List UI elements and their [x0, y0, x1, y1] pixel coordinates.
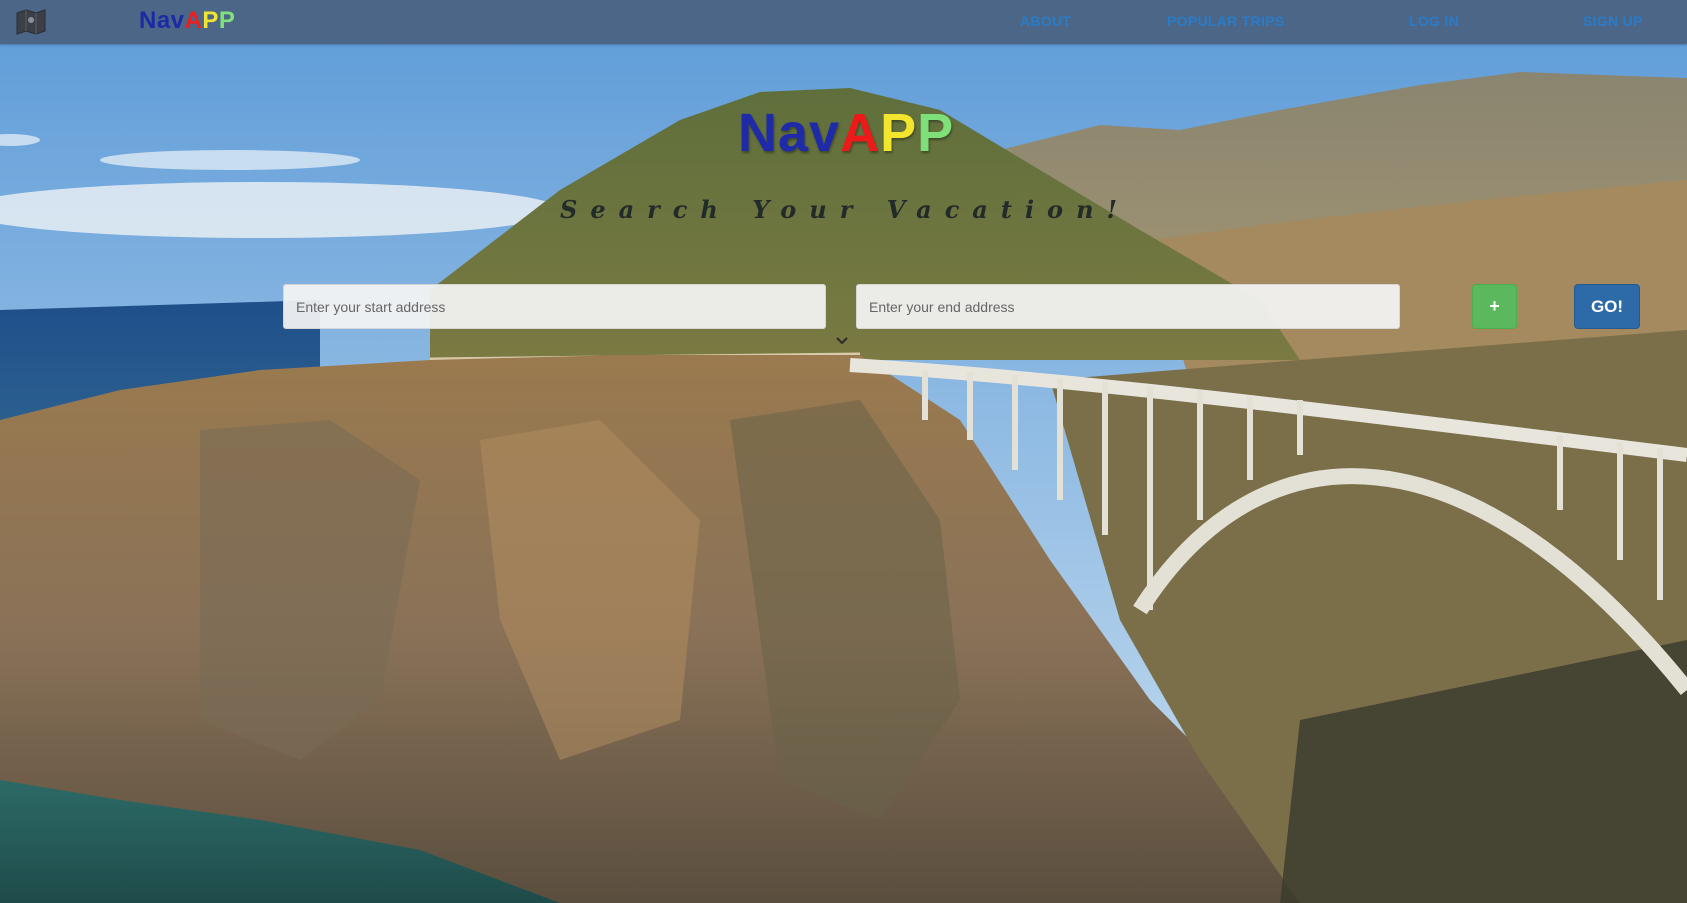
- hero-logo-part: P: [880, 103, 918, 163]
- map-icon[interactable]: [16, 9, 46, 35]
- nav-link-sign-up[interactable]: SIGN UP: [1583, 13, 1643, 29]
- end-address-input[interactable]: [856, 284, 1400, 329]
- brand-logo-part: A: [184, 7, 203, 34]
- hero-tagline: Search Your Vacation!: [560, 195, 1131, 224]
- nav-link-about[interactable]: ABOUT: [1020, 13, 1071, 29]
- brand-logo-link[interactable]: NavAPP: [139, 7, 235, 35]
- hero-logo-part: Nav: [738, 103, 841, 163]
- hero-logo: NavAPP: [738, 106, 954, 160]
- brand-logo-part: Nav: [139, 7, 185, 34]
- top-navbar: NavAPP ABOUT POPULAR TRIPS LOG IN SIGN U…: [0, 0, 1687, 44]
- add-stop-button[interactable]: +: [1472, 284, 1517, 329]
- nav-link-popular-trips[interactable]: POPULAR TRIPS: [1167, 13, 1284, 29]
- nav-link-log-in[interactable]: LOG IN: [1409, 13, 1459, 29]
- hero-logo-part: P: [917, 103, 955, 163]
- brand-logo-part: P: [218, 7, 236, 34]
- hero-logo-part: A: [840, 103, 881, 163]
- chevron-down-icon[interactable]: [835, 333, 849, 345]
- start-address-input[interactable]: [283, 284, 826, 329]
- go-button[interactable]: GO!: [1574, 284, 1640, 329]
- brand-logo-part: P: [202, 7, 219, 34]
